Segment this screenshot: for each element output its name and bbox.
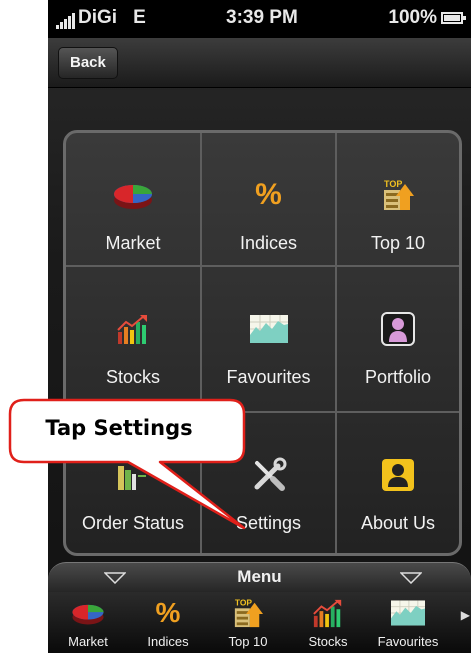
navigation-bar: Back: [48, 38, 471, 88]
chevron-down-icon: [400, 572, 422, 584]
percent-icon: %: [155, 597, 181, 628]
tab-label: Indices: [147, 634, 189, 649]
menu-item-label: Top 10: [370, 233, 426, 253]
network-type: E: [133, 7, 146, 28]
order-status-icon: [116, 453, 150, 497]
callout-text: Tap Settings: [45, 416, 193, 440]
bottom-tab-bar: Market % Indices TOP Top 10 Stocks Favou…: [48, 592, 471, 653]
menu-item-market[interactable]: Market: [66, 133, 202, 267]
menu-item-top-10[interactable]: TOP Top 10: [337, 133, 459, 267]
pie-chart-icon: [111, 173, 155, 217]
wrench-screwdriver-icon: [251, 453, 287, 497]
stocks-bar-icon: [312, 595, 344, 631]
favourites-chart-icon: [249, 307, 288, 351]
menu-item-label: Stocks: [105, 367, 161, 387]
percent-icon: %: [255, 178, 282, 211]
top10-icon: TOP: [382, 173, 414, 217]
about-person-icon: [381, 453, 415, 497]
menu-item-label: About Us: [360, 513, 436, 533]
menu-item-label: Market: [105, 233, 161, 253]
tab-scroll-right-icon[interactable]: ▶: [461, 608, 470, 622]
favourites-chart-icon: [391, 595, 425, 631]
pie-chart-icon: [70, 595, 106, 631]
stocks-bar-icon: [116, 307, 150, 351]
battery-icon: [441, 12, 466, 24]
menu-item-label: Favourites: [226, 367, 311, 387]
clock: 3:39 PM: [226, 7, 298, 28]
tab-label: Favourites: [377, 634, 439, 649]
main-menu-grid: Market % Indices TOP Top 10 Stocks Favou…: [63, 130, 462, 556]
tab-market[interactable]: Market: [48, 592, 128, 653]
menu-item-label: Settings: [235, 513, 302, 533]
menu-item-stocks[interactable]: Stocks: [66, 267, 202, 413]
menu-item-settings[interactable]: Settings: [202, 413, 337, 553]
top10-icon: TOP: [233, 595, 263, 631]
tab-indices[interactable]: % Indices: [128, 592, 208, 653]
phone-screen: DiGi E 3:39 PM 100% Back Market % Indice…: [48, 0, 471, 653]
signal-bars-icon: [56, 7, 76, 29]
tab-top-10[interactable]: TOP Top 10: [208, 592, 288, 653]
menu-item-label: Order Status: [81, 513, 185, 533]
svg-text:TOP: TOP: [235, 598, 253, 608]
menu-item-label: Portfolio: [364, 367, 432, 387]
menu-item-favourites[interactable]: Favourites: [202, 267, 337, 413]
carrier-group: DiGi E: [56, 7, 146, 29]
tab-label: Top 10: [228, 634, 268, 649]
portfolio-person-icon: [381, 307, 415, 351]
battery-group: 100%: [388, 7, 466, 29]
tab-label: Market: [68, 634, 108, 649]
menu-item-about-us[interactable]: About Us: [337, 413, 459, 553]
menu-item-indices[interactable]: % Indices: [202, 133, 337, 267]
tab-favourites[interactable]: Favourites: [368, 592, 448, 653]
back-button[interactable]: Back: [58, 47, 118, 79]
menu-toggle-bar[interactable]: Menu: [48, 562, 471, 592]
battery-percent: 100%: [388, 7, 437, 28]
status-bar: DiGi E 3:39 PM 100%: [48, 0, 471, 38]
tab-stocks[interactable]: Stocks: [288, 592, 368, 653]
svg-text:TOP: TOP: [384, 179, 402, 189]
tab-label: Stocks: [308, 634, 348, 649]
menu-item-portfolio[interactable]: Portfolio: [337, 267, 459, 413]
carrier-name: DiGi: [78, 7, 118, 28]
menu-item-label: Indices: [239, 233, 298, 253]
